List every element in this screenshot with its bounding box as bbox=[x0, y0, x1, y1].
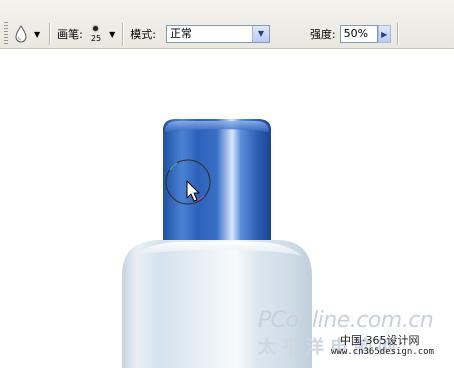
watermark-site-url: www.cn365design.com bbox=[331, 347, 434, 357]
toolbar-separator bbox=[122, 23, 124, 45]
chevron-right-icon[interactable]: ▶ bbox=[377, 25, 391, 43]
options-toolbar: ▼ 画笔: 25 ▼ 模式: 正常 ▼ 强度: 50% ▶ bbox=[0, 0, 454, 49]
strength-input[interactable]: 50% bbox=[339, 25, 378, 43]
brush-tip-preview bbox=[93, 25, 99, 31]
bottle-cap bbox=[163, 119, 271, 240]
mode-value: 正常 bbox=[169, 27, 192, 40]
chevron-down-icon[interactable]: ▼ bbox=[34, 30, 40, 39]
brush-size: 25 bbox=[90, 33, 102, 43]
watermark-site-cn: 中国·365设计网 bbox=[340, 334, 420, 347]
tool-preset-picker[interactable]: ▼ bbox=[12, 23, 42, 45]
strength-label: 强度: bbox=[309, 28, 336, 41]
toolbar-separator bbox=[396, 23, 398, 45]
watermark-brand: PConline.com.cn bbox=[258, 308, 434, 333]
brush-label: 画笔: bbox=[57, 28, 83, 41]
toolbar-grip[interactable] bbox=[4, 22, 8, 44]
chevron-down-icon[interactable]: ▼ bbox=[109, 30, 115, 39]
chevron-down-icon[interactable]: ▼ bbox=[251, 26, 269, 42]
brush-picker[interactable]: 25 bbox=[90, 25, 102, 43]
mode-label: 模式: bbox=[130, 28, 156, 41]
water-drop-icon bbox=[15, 25, 27, 43]
toolbar-separator bbox=[49, 23, 51, 45]
strength-value: 50% bbox=[343, 27, 369, 40]
mode-select[interactable]: 正常 ▼ bbox=[165, 25, 270, 43]
